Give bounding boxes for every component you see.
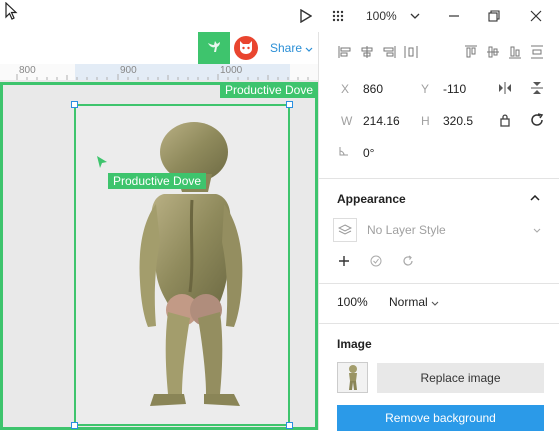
rotation-field[interactable]: 0° <box>363 146 374 160</box>
horizontal-ruler: 800 900 1000 <box>0 64 318 81</box>
resize-handle-top-right[interactable] <box>286 101 293 108</box>
x-field[interactable]: 860 <box>363 82 383 96</box>
zoom-value: 100% <box>366 9 397 23</box>
align-center-horizontal-icon[interactable] <box>357 42 377 62</box>
distribute-horizontal-icon[interactable] <box>401 42 421 62</box>
flip-horizontal-icon[interactable] <box>495 78 515 98</box>
appearance-title: Appearance <box>337 192 406 206</box>
selected-image-layer[interactable] <box>71 101 293 429</box>
ruler-ticks <box>16 74 309 80</box>
lock-aspect-icon[interactable] <box>495 110 515 130</box>
canvas-toolbar: Share <box>0 32 318 65</box>
chevron-down-icon <box>431 295 439 309</box>
collapse-chevron-up-icon[interactable] <box>525 188 545 208</box>
minimize-icon[interactable] <box>444 6 464 26</box>
divider <box>319 323 559 324</box>
image-thumbnail[interactable] <box>337 362 368 393</box>
cat-face-icon <box>238 39 254 58</box>
ruler-label: 1000 <box>220 65 243 76</box>
close-icon[interactable] <box>526 6 546 26</box>
flip-vertical-icon[interactable] <box>527 78 547 98</box>
align-top-icon[interactable] <box>461 42 481 62</box>
ruler-label: 900 <box>120 65 137 76</box>
distribute-vertical-icon[interactable] <box>527 42 547 62</box>
layer-stack-icon <box>333 218 357 242</box>
divider <box>319 178 559 179</box>
divider <box>319 283 559 284</box>
zoom-chevron-down-icon[interactable] <box>408 8 422 24</box>
height-field[interactable]: 320.5 <box>443 114 473 128</box>
y-field[interactable]: -110 <box>443 82 466 96</box>
image-section-title: Image <box>337 337 372 351</box>
alien-figure-image <box>139 122 243 406</box>
blend-mode-value: Normal <box>389 295 428 309</box>
align-right-icon[interactable] <box>379 42 399 62</box>
layer-style-value: No Layer Style <box>367 223 446 237</box>
width-field[interactable]: 214.16 <box>363 114 400 128</box>
properties-panel: X 860 Y -110 W 214.16 H 320.5 0° Appeara… <box>318 32 559 431</box>
reset-style-icon[interactable] <box>399 252 417 270</box>
replace-image-button[interactable]: Replace image <box>377 363 544 393</box>
y-label: Y <box>421 82 430 96</box>
rotate-icon[interactable] <box>527 110 547 130</box>
grid-icon[interactable] <box>328 6 348 26</box>
align-middle-icon[interactable] <box>483 42 503 62</box>
zoom-level[interactable]: 100% <box>366 9 397 23</box>
alignment-toolbar <box>329 42 554 62</box>
add-style-icon[interactable] <box>335 252 353 270</box>
share-button[interactable]: Share <box>270 41 313 55</box>
layer-name-tooltip: Productive Dove <box>108 173 207 189</box>
height-label: H <box>421 114 430 128</box>
user-avatar[interactable] <box>234 36 258 60</box>
resize-handle-bottom-left[interactable] <box>71 422 78 429</box>
bird-icon <box>206 39 222 58</box>
width-label: W <box>341 114 353 128</box>
share-chevron-icon <box>305 41 313 55</box>
align-bottom-icon[interactable] <box>505 42 525 62</box>
sync-style-icon[interactable] <box>367 252 385 270</box>
title-bar: 100% <box>0 0 559 32</box>
angle-icon <box>337 144 351 158</box>
blend-mode-select[interactable]: Normal <box>389 295 439 309</box>
x-label: X <box>341 82 350 96</box>
chevron-down-icon <box>531 224 543 236</box>
plugin-button[interactable] <box>198 32 230 64</box>
opacity-field[interactable]: 100% <box>337 295 368 309</box>
layer-style-select[interactable]: No Layer Style <box>333 218 547 242</box>
align-left-icon[interactable] <box>335 42 355 62</box>
resize-handle-bottom-right[interactable] <box>286 422 293 429</box>
share-label: Share <box>270 41 303 55</box>
play-icon[interactable] <box>296 6 316 26</box>
ruler-label: 800 <box>19 65 36 76</box>
resize-handle-top-left[interactable] <box>71 101 78 108</box>
remove-background-button[interactable]: Remove background <box>337 405 544 431</box>
artboard-name-label[interactable]: Productive Dove <box>219 82 318 98</box>
alien-thumbnail-image <box>349 365 357 390</box>
cursor-pointer-icon <box>2 2 20 20</box>
collaborator-cursor-icon <box>96 155 108 172</box>
restore-icon[interactable] <box>484 6 504 26</box>
